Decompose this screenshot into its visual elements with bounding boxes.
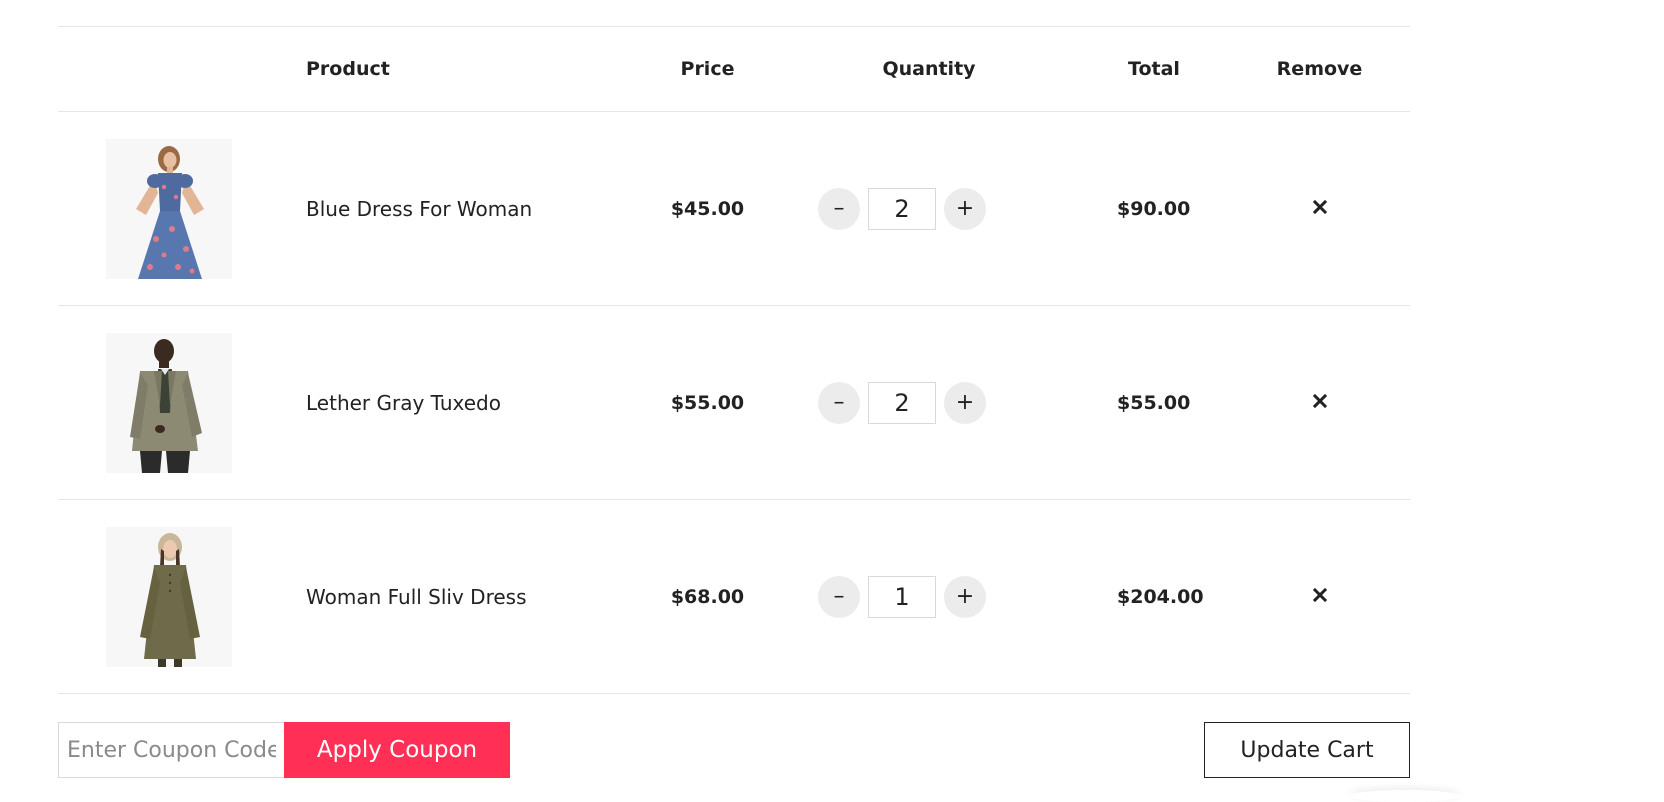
decrease-quantity-button[interactable]: – xyxy=(818,381,860,424)
update-cart-button[interactable]: Update Cart xyxy=(1204,722,1410,778)
remove-item-button[interactable] xyxy=(1309,584,1331,609)
remove-cell xyxy=(1229,111,1410,306)
product-price: $55.00 xyxy=(636,305,779,500)
quantity-stepper: – + xyxy=(818,381,986,424)
close-icon xyxy=(1312,199,1327,215)
quantity-cell: – + xyxy=(779,499,1079,694)
line-total: $204.00 xyxy=(1079,499,1229,694)
coupon-code-input[interactable] xyxy=(58,722,284,778)
cart-table-container: Product Price Quantity Total Remove Blue… xyxy=(58,26,1410,694)
decrease-quantity-button[interactable]: – xyxy=(818,187,860,230)
quantity-input[interactable] xyxy=(868,381,936,424)
increase-quantity-button[interactable]: + xyxy=(944,187,986,230)
remove-item-button[interactable] xyxy=(1309,196,1331,221)
header-total: Total xyxy=(1079,26,1229,112)
decrease-quantity-button[interactable]: – xyxy=(818,575,860,618)
product-price: $45.00 xyxy=(636,111,779,306)
line-total-value: $204.00 xyxy=(1117,585,1204,608)
header-thumbnail xyxy=(58,26,306,112)
quantity-cell: – + xyxy=(779,111,1079,306)
header-product: Product xyxy=(306,26,636,112)
product-name[interactable]: Woman Full Sliv Dress xyxy=(306,499,636,694)
close-icon xyxy=(1312,587,1327,603)
thumbnail-cell xyxy=(58,111,306,306)
header-price: Price xyxy=(636,26,779,112)
quantity-input[interactable] xyxy=(868,187,936,230)
floating-element-shadow xyxy=(1350,790,1460,802)
apply-coupon-button[interactable]: Apply Coupon xyxy=(284,722,510,778)
remove-item-button[interactable] xyxy=(1309,390,1331,415)
line-total-value: $55.00 xyxy=(1117,391,1191,414)
product-name[interactable]: Blue Dress For Woman xyxy=(306,111,636,306)
cart-actions: Apply Coupon Update Cart xyxy=(58,722,1410,778)
quantity-cell: – + xyxy=(779,305,1079,500)
close-icon xyxy=(1312,393,1327,409)
product-price: $68.00 xyxy=(636,499,779,694)
increase-quantity-button[interactable]: + xyxy=(944,575,986,618)
line-total: $55.00 xyxy=(1079,305,1229,500)
line-total: $90.00 xyxy=(1079,111,1229,306)
table-row: Blue Dress For Woman $45.00 – + $90.00 xyxy=(58,111,1410,306)
header-remove: Remove xyxy=(1229,26,1410,112)
product-image[interactable] xyxy=(106,526,232,667)
line-total-value: $90.00 xyxy=(1117,197,1191,220)
table-header-row: Product Price Quantity Total Remove xyxy=(58,26,1410,112)
table-row: Lether Gray Tuxedo $55.00 – + $55.00 xyxy=(58,305,1410,500)
quantity-input[interactable] xyxy=(868,575,936,618)
quantity-stepper: – + xyxy=(818,187,986,230)
remove-cell xyxy=(1229,499,1410,694)
thumbnail-cell xyxy=(58,499,306,694)
increase-quantity-button[interactable]: + xyxy=(944,381,986,424)
cart-table: Product Price Quantity Total Remove Blue… xyxy=(58,26,1410,694)
remove-cell xyxy=(1229,305,1410,500)
header-quantity: Quantity xyxy=(779,26,1079,112)
product-name[interactable]: Lether Gray Tuxedo xyxy=(306,305,636,500)
quantity-stepper: – + xyxy=(818,575,986,618)
product-image[interactable] xyxy=(106,138,232,279)
thumbnail-cell xyxy=(58,305,306,500)
product-image[interactable] xyxy=(106,332,232,473)
table-row: Woman Full Sliv Dress $68.00 – + $204.00 xyxy=(58,499,1410,694)
